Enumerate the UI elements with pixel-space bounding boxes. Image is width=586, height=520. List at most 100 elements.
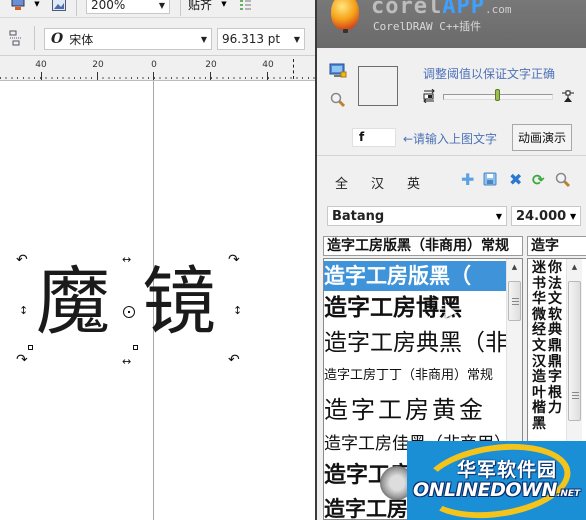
size-select[interactable]: 24.000 ▼ xyxy=(511,206,581,226)
font-select-value: Batang xyxy=(332,208,385,224)
image-icon[interactable] xyxy=(52,0,66,11)
scrollbar-thumb[interactable] xyxy=(508,281,521,321)
coreldraw-workspace: ▼ 200% ▼ 贴齐 ▼ O 宋体 ▼ 96.313 pt ▼ 40 20 0… xyxy=(0,0,316,520)
watermark-cn-text: 华军软件园 xyxy=(457,459,558,481)
grip-line xyxy=(572,395,579,396)
input-hint: ←请输入上图文字 xyxy=(403,132,498,146)
canvas-text-char[interactable]: 镜 xyxy=(142,265,216,339)
scroll-up-icon[interactable]: ▲ xyxy=(567,259,582,275)
font-list-item[interactable]: 造字工房黄金 xyxy=(324,393,508,427)
animation-demo-button[interactable]: 动画演示 xyxy=(512,124,572,151)
recognized-text-input[interactable]: f xyxy=(352,128,396,147)
rotate-handle-bottom-left[interactable]: ↷ xyxy=(16,353,28,367)
skew-handle-bottom[interactable]: ↔ xyxy=(122,356,131,367)
chevron-down-icon: ▼ xyxy=(570,211,577,221)
grip-line xyxy=(572,398,579,399)
font-list-current[interactable]: 造字工房版黑（非商用）常规 xyxy=(323,236,523,256)
char-list-current[interactable]: 造字 xyxy=(527,236,586,256)
standard-toolbar: ▼ 200% ▼ 贴齐 ▼ xyxy=(0,0,316,18)
horizontal-ruler[interactable]: 40 20 0 20 40 xyxy=(0,57,316,81)
watermark-net: .NET xyxy=(556,489,581,499)
ruler-label: 0 xyxy=(151,60,157,70)
rotation-center-marker[interactable] xyxy=(123,306,135,318)
brand-highlight: APP xyxy=(442,0,485,19)
refresh-icon[interactable]: ⟳ xyxy=(532,172,545,188)
ruler-cursor-marker xyxy=(293,59,294,79)
font-size-value: 96.313 pt xyxy=(222,32,281,46)
capture-screen-icon[interactable] xyxy=(329,63,347,79)
rotate-handle-top-right[interactable]: ↷ xyxy=(228,253,240,267)
threshold-slider-thumb[interactable] xyxy=(495,89,500,101)
watermark-en-main: ONLINEDOWN xyxy=(413,479,557,501)
toolbar-separator xyxy=(34,26,35,50)
rotate-handle-bottom-right[interactable]: ↶ xyxy=(228,353,240,367)
view-icon[interactable] xyxy=(10,0,26,12)
font-list-item[interactable]: 造字工房博黑 xyxy=(324,293,508,323)
char-column[interactable]: 迷书华微经文汉造叶楷黑 xyxy=(532,260,548,433)
align-icon[interactable] xyxy=(8,29,24,47)
save-icon[interactable] xyxy=(483,172,497,190)
slider-max-icon[interactable] xyxy=(561,88,575,102)
scrollbar-thumb[interactable] xyxy=(568,281,581,421)
chevron-down-icon: ▼ xyxy=(495,211,503,221)
chevron-down-icon: ▼ xyxy=(200,34,208,44)
font-list-item[interactable]: 造字工房典黑（非 xyxy=(324,327,508,359)
screen: ▼ 200% ▼ 贴齐 ▼ O 宋体 ▼ 96.313 pt ▼ 40 20 0… xyxy=(0,0,586,520)
ruler-major-tick xyxy=(41,72,42,80)
size-select-value: 24.000 xyxy=(516,208,567,224)
grip-line xyxy=(512,304,519,305)
font-type-icon: O xyxy=(51,31,64,47)
section-divider xyxy=(317,155,586,156)
skew-handle-right[interactable]: ↕ xyxy=(233,305,242,316)
skew-handle-left[interactable]: ↕ xyxy=(19,305,28,316)
canvas-text-char[interactable]: 魔 xyxy=(36,265,110,339)
skew-handle-top[interactable]: ↔ xyxy=(122,254,131,265)
grip-line xyxy=(512,301,519,302)
toolbar-separator xyxy=(180,0,181,16)
text-node[interactable] xyxy=(133,345,138,350)
filter-tab-chinese[interactable]: 汉 xyxy=(371,173,384,192)
text-node[interactable] xyxy=(28,345,33,350)
scroll-up-icon[interactable]: ▲ xyxy=(507,259,522,275)
dropdown-arrow-icon[interactable]: ▼ xyxy=(33,0,41,8)
character-preview-box xyxy=(358,66,398,106)
invert-toggle-icon[interactable] xyxy=(423,88,435,104)
drawing-canvas[interactable]: 魔 镜 ↶ ↷ ↷ ↶ ↔ ↔ ↕ ↕ xyxy=(0,81,315,520)
ruler-label: 40 xyxy=(35,60,47,70)
threshold-hint: 调整阈值以保证文字正确 xyxy=(423,67,556,81)
plugin-banner: corelAPP.com CorelDRAW C++插件 xyxy=(317,0,586,48)
font-list-item[interactable]: 造字工房版黑（ xyxy=(324,261,508,291)
chevron-down-icon: ▼ xyxy=(158,0,166,10)
font-size-select[interactable]: 96.313 pt ▼ xyxy=(217,28,305,50)
delete-icon[interactable]: ✖ xyxy=(509,172,522,188)
filter-tab-english[interactable]: 英 xyxy=(407,173,420,192)
grip-line xyxy=(572,392,579,393)
rotate-handle-top-left[interactable]: ↶ xyxy=(16,253,28,267)
magnifier-icon[interactable] xyxy=(330,92,346,108)
ruler-label: 20 xyxy=(92,60,104,70)
chevron-down-icon: ▼ xyxy=(293,34,301,44)
snap-options-icon[interactable] xyxy=(238,0,252,12)
brand-domain: .com xyxy=(484,3,512,16)
filter-tab-all[interactable]: 全 xyxy=(335,173,348,192)
add-icon[interactable]: ✚ xyxy=(461,172,474,188)
ruler-major-tick xyxy=(97,72,98,80)
snap-dropdown-icon[interactable]: ▼ xyxy=(220,0,228,8)
search-icon[interactable] xyxy=(555,172,571,192)
ruler-label: 20 xyxy=(205,60,217,70)
font-select[interactable]: Batang ▼ xyxy=(327,206,507,226)
snap-button[interactable]: 贴齐 xyxy=(188,0,212,13)
ruler-label: 40 xyxy=(262,60,274,70)
font-family-value: 宋体 xyxy=(69,32,94,47)
char-column[interactable]: 你法文软典鼎鼎字根力 xyxy=(548,260,564,417)
property-bar: O 宋体 ▼ 96.313 pt ▼ xyxy=(0,20,316,56)
font-list-item[interactable]: 造字工房丁丁（非商用）常规 xyxy=(324,365,508,387)
font-family-select[interactable]: O 宋体 ▼ xyxy=(44,28,212,50)
grip-line xyxy=(512,298,519,299)
ruler-major-tick xyxy=(210,72,211,80)
balloon-logo-icon xyxy=(331,0,359,30)
zoom-level-select[interactable]: 200% ▼ xyxy=(86,0,170,14)
zoom-level-value: 200% xyxy=(91,0,126,12)
ruler-major-tick xyxy=(153,72,154,80)
watermark-overlay: 华军软件园 ONLINEDOWN.NET xyxy=(407,441,586,520)
